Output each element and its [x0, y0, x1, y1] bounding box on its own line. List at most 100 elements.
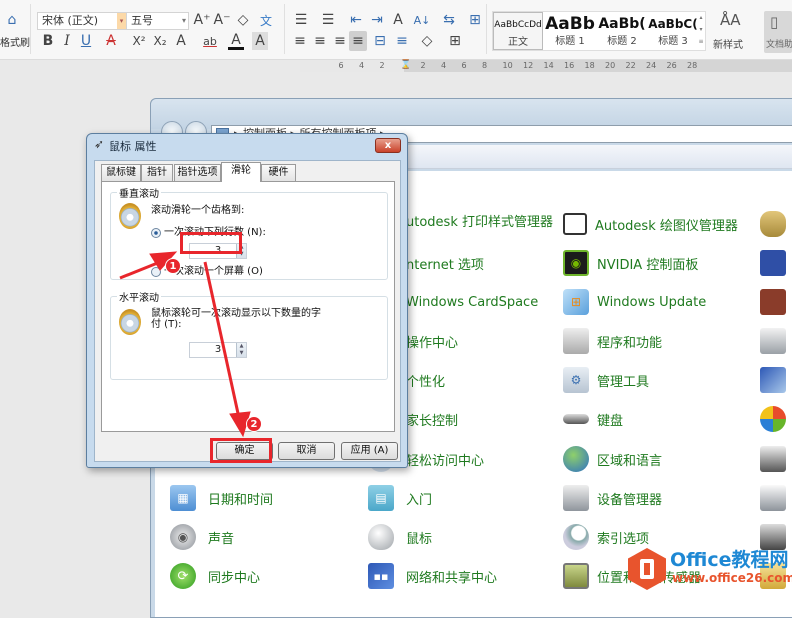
- cp-item-system[interactable]: [760, 445, 792, 473]
- cp-item-sound-card[interactable]: [760, 249, 792, 277]
- cp-item-remote[interactable]: [760, 366, 792, 394]
- chevron-down-icon[interactable]: ▾: [117, 13, 126, 29]
- cp-item-windows-defender[interactable]: [760, 405, 792, 433]
- cp-item-programs-features[interactable]: 程序和功能: [563, 327, 662, 355]
- cp-item-getting-started[interactable]: ▤ 入门: [368, 484, 432, 512]
- tab-pointer-options[interactable]: 指针选项: [174, 164, 221, 181]
- cp-item-device-manager[interactable]: 设备管理器: [563, 484, 662, 512]
- cp-item-firewall[interactable]: [760, 288, 792, 316]
- step-2-badge: 2: [246, 416, 262, 432]
- decrease-indent-button[interactable]: ⇤: [347, 11, 365, 29]
- char-shading-button[interactable]: A: [252, 32, 268, 50]
- horizontal-ruler[interactable]: ⌛ 6 4 2 2 4 6 8 10 12 14 16 18 20 22 24 26 28: [300, 60, 792, 72]
- shading-button[interactable]: ◇: [418, 32, 436, 50]
- strikethrough-button[interactable]: A: [103, 32, 119, 50]
- close-button[interactable]: x: [375, 138, 401, 153]
- horizontal-scrolling-legend: 水平滚动: [117, 289, 161, 304]
- cp-item-admin-tools[interactable]: ⚙ 管理工具: [563, 366, 649, 394]
- style-heading-1[interactable]: AaBb 标题 1: [544, 12, 596, 50]
- style-heading-2[interactable]: AaBb( 标题 2: [596, 12, 648, 50]
- tab-wheel[interactable]: 滑轮: [221, 162, 261, 182]
- align-right-button[interactable]: ≡: [332, 32, 348, 50]
- style-normal[interactable]: AaBbCcDd 正文: [493, 12, 543, 50]
- keyboard-icon: [563, 414, 589, 424]
- underline-button[interactable]: U: [78, 32, 94, 50]
- style-heading-3[interactable]: AaBbC( 标题 3: [648, 12, 698, 50]
- cp-item-sound[interactable]: ◉ 声音: [170, 523, 234, 551]
- ruler-tick: 22: [625, 61, 636, 70]
- style-gallery-scroll[interactable]: ▴ ▾ ≡: [697, 12, 705, 50]
- dialog-client-area: 鼠标键 指针 指针选项 滑轮 硬件 垂直滚动 滚动滑轮一个齿格到: 一次滚动下列…: [94, 160, 401, 462]
- clear-format-button[interactable]: ◇: [234, 11, 252, 29]
- spinner-arrows-icon[interactable]: ▲ ▼: [236, 343, 246, 357]
- cp-item-sync-center[interactable]: ⟳ 同步中心: [170, 562, 260, 590]
- sort-button[interactable]: A↓: [412, 11, 432, 29]
- cp-item-keyboard[interactable]: 键盘: [563, 405, 623, 433]
- grow-font-button[interactable]: A⁺: [193, 11, 211, 29]
- char-style-button[interactable]: A: [389, 11, 407, 29]
- doc-assistant-button[interactable]: ▯ 文档助: [764, 11, 792, 53]
- ruler-tick: 16: [564, 61, 575, 70]
- vertical-prompt: 滚动滑轮一个齿格到:: [151, 205, 245, 216]
- chevron-down-icon[interactable]: ▾: [182, 13, 186, 29]
- font-color-button[interactable]: A: [228, 32, 244, 50]
- italic-button[interactable]: I: [59, 32, 75, 50]
- ruler-tick: 24: [646, 61, 657, 70]
- tab-pointers[interactable]: 指针: [141, 164, 173, 181]
- windows-defender-icon: [760, 406, 786, 432]
- cp-item-devices-printers[interactable]: [760, 484, 792, 512]
- cancel-button[interactable]: 取消: [278, 442, 335, 460]
- numbering-button[interactable]: ☰: [319, 11, 337, 29]
- cp-item-date-time[interactable]: ▦ 日期和时间: [170, 484, 273, 512]
- phonetic-guide-button[interactable]: 文: [256, 11, 276, 29]
- text-effect-button[interactable]: A: [173, 32, 189, 50]
- cp-item-network-sharing[interactable]: ▪▪ 网络和共享中心: [368, 562, 497, 590]
- ruler-tick: 2: [379, 61, 385, 70]
- vertical-scrolling-group: 垂直滚动 滚动滑轮一个齿格到: 一次滚动下列行数 (N): 3 ▲ ▼ 一次滚动一…: [110, 185, 388, 280]
- tab-hardware[interactable]: 硬件: [261, 164, 296, 181]
- borders-button[interactable]: ⊞: [446, 32, 464, 50]
- lines-radio[interactable]: [151, 228, 161, 238]
- watermark-url: www.office26.com: [672, 571, 792, 585]
- align-center-button[interactable]: ≡: [312, 32, 328, 50]
- shrink-font-button[interactable]: A⁻: [213, 11, 231, 29]
- font-name-combo[interactable]: 宋体 (正文) ▾: [37, 12, 127, 30]
- bullets-button[interactable]: ☰: [292, 11, 310, 29]
- distribute-button[interactable]: ⊟: [371, 32, 389, 50]
- new-style-icon: ÅA: [720, 11, 741, 29]
- screen-radio[interactable]: [151, 267, 161, 277]
- dialog-titlebar[interactable]: ➶ 鼠标 属性 x: [87, 134, 407, 156]
- highlight-lines-spinner: [180, 232, 242, 254]
- bold-button[interactable]: B: [40, 32, 56, 50]
- indent-marker-icon[interactable]: ⌛: [400, 60, 411, 70]
- justify-button[interactable]: ≡: [349, 31, 367, 51]
- font-size-combo[interactable]: 五号 ▾: [127, 12, 189, 30]
- speaker-icon: ◉: [170, 524, 196, 550]
- ruler-tick: 28: [687, 61, 698, 70]
- highlight-button[interactable]: ab: [200, 32, 220, 50]
- subscript-button[interactable]: X₂: [151, 32, 169, 50]
- apply-button[interactable]: 应用 (A): [341, 442, 398, 460]
- show-marks-button[interactable]: ⇆: [440, 11, 458, 29]
- superscript-button[interactable]: X²: [130, 32, 148, 50]
- chars-spinner[interactable]: 3 ▲ ▼: [189, 342, 247, 358]
- getting-started-icon: ▤: [368, 485, 394, 511]
- line-spacing-button[interactable]: ≡: [393, 32, 411, 50]
- cp-item-mouse[interactable]: 鼠标: [368, 523, 432, 551]
- cp-item-phone-modem[interactable]: [760, 327, 792, 355]
- cp-item-autodesk-plotter[interactable]: Autodesk 绘图仪管理器: [563, 210, 738, 238]
- watermark: Office教程网 www.office26.com: [628, 545, 792, 592]
- group-separator: [486, 4, 487, 54]
- ruler-tick: 26: [666, 61, 677, 70]
- mouse-wheel-icon: [119, 309, 141, 335]
- tab-buttons[interactable]: 鼠标键: [101, 164, 141, 181]
- new-style-button[interactable]: 新样式: [713, 36, 743, 51]
- cp-item-nvidia[interactable]: ◉ NVIDIA 控制面板: [563, 249, 698, 277]
- format-painter-button[interactable]: ⌂: [0, 10, 24, 30]
- align-left-button[interactable]: ≡: [292, 32, 308, 50]
- cp-item-windows-update[interactable]: ⊞ Windows Update: [563, 288, 706, 316]
- cp-item-region-language[interactable]: 区域和语言: [563, 445, 662, 473]
- cp-item-credential-manager[interactable]: [760, 210, 792, 238]
- table-button[interactable]: ⊞: [466, 11, 484, 29]
- increase-indent-button[interactable]: ⇥: [368, 11, 386, 29]
